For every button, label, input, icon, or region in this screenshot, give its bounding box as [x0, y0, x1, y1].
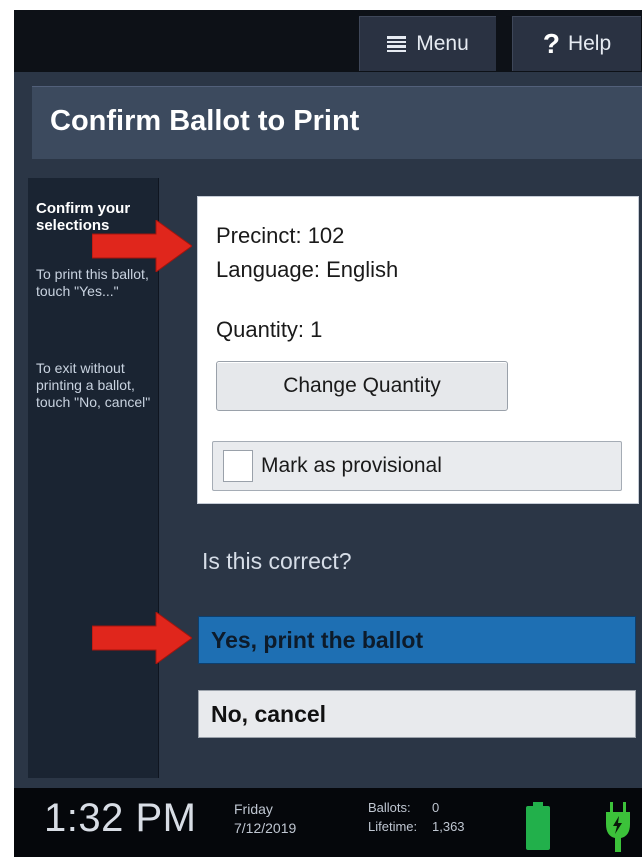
ballot-details-panel: Precinct: 102 Language: English Quantity…: [197, 196, 639, 504]
title-bar: Confirm Ballot to Print: [32, 86, 642, 159]
ballots-count: 0: [432, 800, 440, 815]
precinct-value: Precinct: 102: [216, 223, 345, 248]
menu-icon: [387, 36, 407, 52]
lifetime-label: Lifetime:: [368, 819, 418, 834]
kiosk-screen: Menu ? Help Confirm Ballot to Print Conf…: [14, 10, 642, 857]
date-label: 7/12/2019: [234, 820, 297, 836]
language-value: Language: English: [216, 257, 399, 282]
provisional-label: Mark as provisional: [261, 454, 442, 477]
plug-icon: [606, 802, 630, 852]
yes-print-button[interactable]: Yes, print the ballot: [198, 616, 636, 664]
help-button[interactable]: ? Help: [512, 16, 641, 71]
date-display: Friday 7/12/2019: [234, 800, 296, 838]
battery-icon: [526, 802, 550, 850]
provisional-checkbox[interactable]: [223, 450, 253, 482]
change-quantity-button[interactable]: Change Quantity: [216, 361, 508, 411]
clock-time: 1:32 PM: [44, 796, 197, 840]
lifetime-count: 1,363: [432, 819, 465, 834]
quantity-value: Quantity: 1: [216, 317, 323, 342]
confirm-question: Is this correct?: [202, 548, 352, 574]
ballots-label: Ballots:: [368, 800, 411, 815]
help-icon: ?: [542, 28, 560, 59]
help-label: Help: [567, 32, 612, 55]
arrow-icon: [92, 612, 192, 664]
ballot-counts: Ballots: 0 Lifetime: 1,363: [368, 798, 465, 836]
top-bar: Menu ? Help: [14, 10, 642, 72]
menu-button[interactable]: Menu: [359, 16, 496, 71]
menu-label: Menu: [416, 32, 469, 55]
mark-provisional-toggle[interactable]: Mark as provisional: [212, 441, 622, 491]
no-cancel-button[interactable]: No, cancel: [198, 690, 636, 738]
arrow-icon: [92, 220, 192, 272]
status-bar: 1:32 PM Friday 7/12/2019 Ballots: 0 Life…: [14, 788, 642, 857]
day-label: Friday: [234, 801, 273, 817]
page-title: Confirm Ballot to Print: [50, 105, 360, 137]
sidebar-instruction-exit: To exit without printing a ballot, touch…: [36, 360, 151, 410]
